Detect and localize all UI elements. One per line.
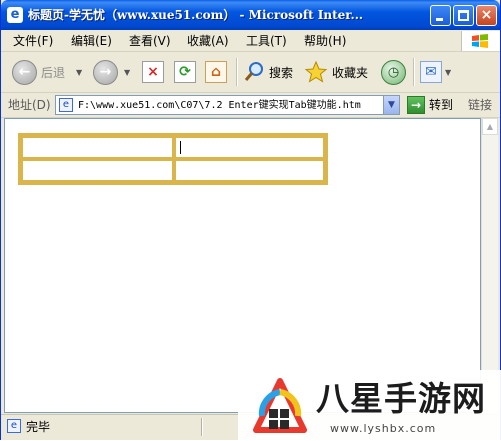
status-separator — [201, 418, 203, 436]
close-icon: × — [480, 7, 493, 23]
close-button[interactable]: × — [476, 5, 497, 26]
address-field[interactable]: e F:\www.xue51.com\C07\7.2 Enter键实现Tab键功… — [55, 95, 400, 115]
windows-flag-icon — [472, 34, 488, 48]
refresh-icon[interactable]: ⟳ — [174, 61, 196, 83]
table-cell-r1c1[interactable] — [21, 136, 174, 159]
title-bar[interactable]: e 标题页-学无忧（www.xue51.com） - Microsoft Int… — [1, 0, 500, 30]
status-text: 完毕 — [26, 420, 51, 434]
address-dropdown-icon[interactable]: ▼ — [383, 96, 399, 114]
menu-file[interactable]: 文件(F) — [13, 33, 53, 49]
go-button[interactable]: 转到 — [429, 97, 453, 113]
search-button-label[interactable]: 搜索 — [269, 65, 293, 81]
menu-edit[interactable]: 编辑(E) — [71, 33, 112, 49]
window-title: 标题页-学无忧（www.xue51.com） - Microsoft Inter… — [28, 8, 364, 22]
menu-bar: 文件(F) 编辑(E) 查看(V) 收藏(A) 工具(T) 帮助(H) — [1, 30, 500, 52]
input-table — [18, 133, 328, 185]
watermark: 八星手游网 www.lyshbx.com — [238, 370, 501, 441]
menu-favorites[interactable]: 收藏(A) — [187, 33, 229, 49]
ie-icon: e — [7, 7, 23, 23]
page-icon: e — [59, 98, 73, 112]
toolbar-separator — [236, 58, 238, 86]
mail-dropdown-icon[interactable]: ▼ — [445, 68, 451, 77]
vertical-scrollbar[interactable]: ▲ — [481, 118, 498, 413]
watermark-url: www.lyshbx.com — [330, 422, 437, 435]
table-cell-r1c2[interactable] — [174, 136, 325, 159]
watermark-logo-icon — [253, 378, 307, 433]
go-arrow-icon[interactable]: → — [407, 96, 425, 114]
maximize-icon — [458, 10, 469, 21]
links-button[interactable]: 链接 — [468, 97, 492, 113]
address-value[interactable]: F:\www.xue51.com\C07\7.2 Enter键实现Tab键功能.… — [78, 98, 383, 114]
mail-icon[interactable]: ✉ — [420, 61, 442, 83]
stop-icon[interactable]: × — [142, 61, 164, 83]
toolbar-separator — [413, 58, 415, 86]
minimize-button[interactable] — [430, 5, 451, 26]
menu-help[interactable]: 帮助(H) — [304, 33, 346, 49]
menu-tools[interactable]: 工具(T) — [246, 33, 287, 49]
menu-view[interactable]: 查看(V) — [129, 33, 171, 49]
table-cell-r2c1[interactable] — [21, 159, 174, 182]
toolbar: ← 后退 ▼ → ▼ × ⟳ ⌂ 搜索 收藏夹 ◷ ✉ ▼ — [1, 52, 500, 93]
history-icon[interactable]: ◷ — [381, 60, 406, 85]
address-bar: 地址(D) e F:\www.xue51.com\C07\7.2 Enter键实… — [1, 93, 500, 118]
forward-dropdown-icon[interactable]: ▼ — [124, 68, 130, 77]
text-cursor — [180, 141, 181, 154]
address-label: 地址(D) — [8, 98, 51, 112]
forward-icon[interactable]: → — [93, 60, 118, 85]
minimize-icon — [436, 18, 443, 21]
back-dropdown-icon[interactable]: ▼ — [76, 68, 82, 77]
back-icon[interactable]: ← — [12, 60, 37, 85]
favorites-star-icon[interactable] — [304, 60, 328, 84]
favorites-button-label[interactable]: 收藏夹 — [332, 65, 368, 81]
watermark-title: 八星手游网 — [316, 379, 486, 418]
scroll-up-icon[interactable]: ▲ — [482, 118, 498, 135]
status-page-icon: e — [7, 419, 21, 433]
windows-logo — [461, 31, 500, 51]
maximize-button[interactable] — [453, 5, 474, 26]
search-icon[interactable] — [243, 61, 265, 83]
home-icon[interactable]: ⌂ — [205, 61, 227, 83]
page-content — [4, 118, 481, 413]
table-cell-r2c2[interactable] — [174, 159, 325, 182]
back-button-label[interactable]: 后退 — [41, 65, 65, 81]
